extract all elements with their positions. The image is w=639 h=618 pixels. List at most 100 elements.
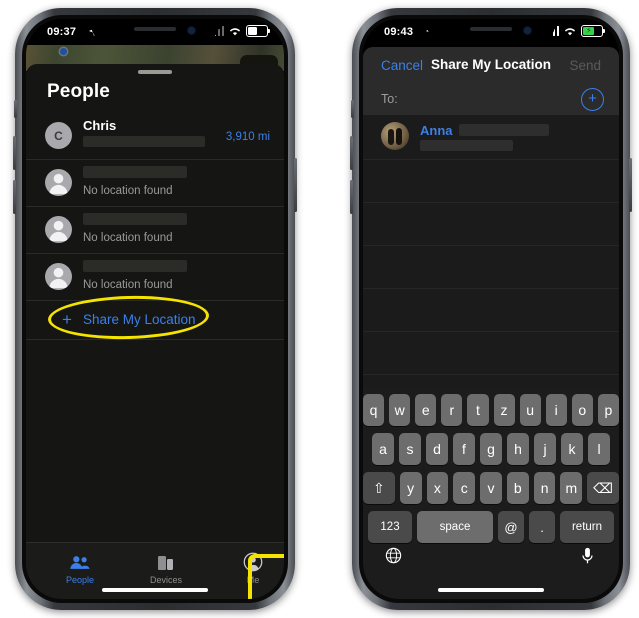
power-button[interactable]: [294, 158, 297, 212]
key-u[interactable]: u: [519, 394, 541, 426]
key-g[interactable]: g: [480, 433, 502, 465]
front-camera-icon: [187, 26, 196, 35]
list-item[interactable]: [363, 203, 619, 246]
key-d[interactable]: d: [426, 433, 448, 465]
avatar: [45, 263, 72, 290]
redacted-bar: [420, 140, 513, 151]
right-phone-bezel: 09:43 ⚡ Cancel Share My Location Send To…: [359, 15, 623, 603]
redacted-address-bar: [83, 136, 205, 147]
key-v[interactable]: v: [480, 472, 502, 504]
battery-charging-icon: ⚡: [581, 25, 605, 37]
wifi-icon: [564, 27, 576, 35]
key-x[interactable]: x: [426, 472, 449, 504]
person-placeholder-icon: [49, 220, 68, 242]
wifi-icon: [229, 27, 241, 35]
on-screen-keyboard: qwertzuiop asdfghjkl ⇧ y x c v b n m ⌫ 123 space @…: [363, 387, 619, 599]
list-item[interactable]: No location found: [26, 254, 284, 301]
person-status: No location found: [83, 185, 173, 197]
tab-label: Devices: [149, 575, 182, 585]
recipient-suggestions-list: Anna: [363, 115, 619, 389]
redacted-name-bar: [83, 260, 187, 272]
key-k[interactable]: k: [561, 433, 583, 465]
key-l[interactable]: l: [588, 433, 610, 465]
key-b[interactable]: b: [506, 472, 529, 504]
key-q[interactable]: q: [363, 394, 385, 426]
recipient-name: Anna: [420, 123, 453, 138]
sheet-grabber-handle[interactable]: [138, 70, 172, 74]
to-field-row[interactable]: To: +: [363, 83, 619, 115]
key-f[interactable]: f: [453, 433, 475, 465]
right-phone-screen: 09:43 ⚡ Cancel Share My Location Send To…: [363, 19, 619, 599]
key-o[interactable]: o: [571, 394, 593, 426]
silent-switch[interactable]: [14, 100, 17, 118]
backspace-key[interactable]: ⌫: [587, 472, 619, 504]
list-item[interactable]: No location found: [26, 207, 284, 254]
notch: [427, 19, 555, 42]
notch: [91, 19, 219, 42]
avatar: [45, 169, 72, 196]
redacted-bar: [459, 124, 549, 136]
period-key[interactable]: .: [529, 511, 555, 543]
key-z[interactable]: z: [493, 394, 515, 426]
tab-label: People: [65, 575, 95, 585]
person-name: Chris: [83, 118, 117, 133]
status-time: 09:43: [384, 26, 414, 38]
list-item[interactable]: C Chris 3,910 mi: [26, 113, 284, 160]
key-y[interactable]: y: [399, 472, 422, 504]
list-item[interactable]: [363, 332, 619, 375]
home-indicator[interactable]: [438, 588, 544, 592]
tab-devices[interactable]: Devices: [136, 551, 196, 585]
key-j[interactable]: j: [534, 433, 556, 465]
at-key[interactable]: @: [498, 511, 524, 543]
key-c[interactable]: c: [453, 472, 476, 504]
key-a[interactable]: a: [372, 433, 394, 465]
person-placeholder-icon: [49, 267, 68, 289]
volume-down-button[interactable]: [13, 180, 16, 214]
right-phone-frame: 09:43 ⚡ Cancel Share My Location Send To…: [350, 8, 632, 610]
key-h[interactable]: h: [507, 433, 529, 465]
shift-key[interactable]: ⇧: [363, 472, 395, 504]
left-phone-frame: 09:37 People C Chris 3,910 mi No locatio…: [13, 8, 297, 610]
silent-switch[interactable]: [351, 100, 354, 118]
to-label: To:: [381, 92, 398, 106]
return-key[interactable]: return: [560, 511, 614, 543]
key-n[interactable]: n: [533, 472, 556, 504]
avatar: C: [45, 122, 72, 149]
globe-icon[interactable]: [385, 547, 402, 569]
volume-down-button[interactable]: [350, 180, 353, 214]
distance-label: 3,910 mi: [225, 131, 270, 143]
send-button[interactable]: Send: [569, 58, 601, 73]
keyboard-row-2: asdfghjkl: [363, 433, 619, 465]
front-camera-icon: [523, 26, 532, 35]
volume-up-button[interactable]: [350, 136, 353, 170]
list-item[interactable]: [363, 246, 619, 289]
person-placeholder-icon: [49, 173, 68, 195]
key-w[interactable]: w: [389, 394, 411, 426]
list-item[interactable]: Anna: [363, 115, 619, 160]
home-indicator[interactable]: [102, 588, 208, 592]
numbers-key[interactable]: 123: [368, 511, 412, 543]
key-r[interactable]: r: [441, 394, 463, 426]
key-m[interactable]: m: [560, 472, 583, 504]
plus-circle-icon[interactable]: +: [581, 88, 604, 111]
key-e[interactable]: e: [415, 394, 437, 426]
list-item[interactable]: [363, 289, 619, 332]
left-phone-screen: 09:37 People C Chris 3,910 mi No locatio…: [26, 19, 284, 599]
volume-up-button[interactable]: [13, 136, 16, 170]
key-i[interactable]: i: [545, 394, 567, 426]
avatar-photo-detail: [396, 128, 402, 145]
power-button[interactable]: [629, 158, 632, 212]
key-s[interactable]: s: [399, 433, 421, 465]
share-nav-bar: Cancel Share My Location Send: [363, 47, 619, 83]
microphone-icon[interactable]: [580, 547, 595, 570]
earpiece-speaker: [134, 27, 176, 31]
tab-people[interactable]: People: [50, 551, 110, 585]
key-t[interactable]: t: [467, 394, 489, 426]
keyboard-row-1: qwertzuiop: [363, 394, 619, 426]
space-key[interactable]: space: [417, 511, 493, 543]
earpiece-speaker: [470, 27, 512, 31]
key-p[interactable]: p: [597, 394, 619, 426]
list-item[interactable]: No location found: [26, 160, 284, 207]
devices-icon: [136, 551, 196, 573]
list-item[interactable]: [363, 160, 619, 203]
